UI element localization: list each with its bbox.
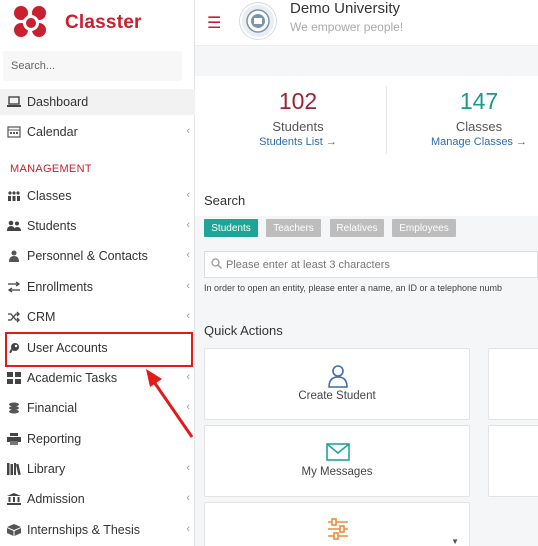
sidebar-item-label: Financial [27, 401, 78, 415]
sidebar-item-dashboard[interactable]: Dashboard [0, 89, 195, 115]
stat-classes: 147 Classes Manage Classes → [389, 88, 538, 148]
chevron-left-icon: ‹ [186, 492, 190, 504]
chevron-left-icon: ‹ [186, 462, 190, 474]
divider [386, 86, 387, 154]
sliders-icon [326, 517, 350, 546]
chevron-left-icon: ‹ [186, 219, 190, 231]
grid-icon [7, 372, 21, 384]
sidebar-item-label: Admission [27, 492, 85, 506]
qa-settings[interactable]: ▼ [204, 502, 470, 546]
chevron-left-icon: ‹ [186, 249, 190, 261]
sidebar-item-internships[interactable]: Internships & Thesis ‹ [0, 517, 195, 543]
stat-label: Students [272, 119, 324, 134]
sidebar: Classter Dashboard Calendar ‹ MANAGEMENT… [0, 0, 195, 546]
sidebar-search-input[interactable] [11, 60, 182, 72]
university-tagline: We empower people! [290, 20, 404, 34]
stat-students: 102 Students Students List → [208, 88, 388, 148]
sidebar-item-label: Personnel & Contacts [27, 249, 148, 263]
students-icon [7, 220, 21, 232]
caret-down-icon[interactable]: ▼ [451, 537, 459, 546]
chevron-left-icon: ‹ [186, 189, 190, 201]
qa-label: My Messages [301, 466, 373, 478]
stat-value: 102 [278, 88, 318, 114]
sidebar-item-label: Library [27, 462, 66, 476]
qa-label: Create Student [298, 390, 376, 402]
qa-my-messages[interactable]: My Messages [204, 425, 470, 497]
tab-students[interactable]: Students [204, 219, 258, 237]
brand[interactable]: Classter [0, 0, 194, 46]
qa-card[interactable] [488, 425, 538, 497]
sidebar-item-label: Academic Tasks [27, 371, 118, 385]
tab-relatives[interactable]: Relatives [330, 219, 384, 237]
sidebar-item-calendar[interactable]: Calendar ‹ [0, 119, 195, 145]
institution-icon [7, 493, 21, 505]
top-bar: ☰ Demo University We empower people! [195, 0, 538, 46]
chevron-left-icon: ‹ [186, 523, 190, 535]
shuffle-icon [7, 311, 21, 323]
stat-label: Classes [455, 119, 503, 134]
search-placeholder: Please enter at least 3 characters [226, 258, 390, 271]
hamburger-icon[interactable]: ☰ [207, 13, 221, 33]
sidebar-item-classes[interactable]: Classes ‹ [0, 183, 195, 209]
arrows-icon [7, 281, 21, 293]
manage-classes-link[interactable]: Manage Classes → [389, 136, 538, 148]
chevron-left-icon: ‹ [186, 280, 190, 292]
sidebar-search [3, 51, 182, 81]
classter-logo-icon [14, 6, 48, 40]
user-outline-icon [327, 364, 349, 393]
tab-teachers[interactable]: Teachers [266, 219, 321, 237]
annotation-arrow-icon [146, 369, 194, 438]
sidebar-item-label: Students [27, 219, 77, 233]
section-label-management: MANAGEMENT [10, 163, 92, 175]
sidebar-item-label: CRM [27, 310, 56, 324]
stats-panel: 102 Students Students List → 147 Classes… [195, 76, 538, 216]
sidebar-item-label: Dashboard [27, 95, 89, 109]
envelope-icon [326, 443, 350, 466]
search-icon [211, 257, 222, 272]
sidebar-item-label: Internships & Thesis [27, 523, 141, 537]
sidebar-item-personnel[interactable]: Personnel & Contacts ‹ [0, 243, 195, 269]
laptop-icon [7, 96, 21, 108]
tab-employees[interactable]: Employees [392, 219, 456, 237]
quick-actions-title: Quick Actions [204, 323, 283, 338]
search-title: Search [204, 193, 246, 208]
sidebar-item-label: Reporting [27, 432, 82, 446]
brand-name: Classter [65, 12, 142, 33]
classes-grid-icon [7, 190, 21, 202]
coins-icon [7, 402, 21, 414]
university-name: Demo University [290, 0, 401, 17]
qa-create-student[interactable]: Create Student [204, 348, 470, 420]
books-icon [7, 463, 21, 476]
printer-icon [7, 433, 21, 445]
sidebar-item-students[interactable]: Students ‹ [0, 213, 195, 239]
annotation-highlight [5, 332, 193, 367]
stat-value: 147 [459, 88, 499, 114]
sidebar-item-label: Classes [27, 189, 72, 203]
calendar-icon [7, 126, 21, 138]
entity-search-input[interactable]: Please enter at least 3 characters [204, 251, 538, 278]
qa-card[interactable] [488, 348, 538, 420]
sidebar-item-label: Calendar [27, 125, 78, 139]
university-seal-icon [246, 9, 270, 33]
chevron-left-icon: ‹ [186, 125, 190, 137]
chevron-left-icon: ‹ [186, 310, 190, 322]
sidebar-item-crm[interactable]: CRM ‹ [0, 304, 195, 330]
university-logo[interactable] [240, 3, 276, 39]
sidebar-item-label: Enrollments [27, 280, 93, 294]
box-icon [7, 524, 21, 536]
sidebar-item-enrollments[interactable]: Enrollments ‹ [0, 274, 195, 300]
search-hint: In order to open an entity, please enter… [204, 283, 503, 293]
person-icon [7, 250, 21, 262]
students-list-link[interactable]: Students List → [208, 136, 388, 148]
sidebar-item-library[interactable]: Library ‹ [0, 456, 195, 482]
sidebar-item-admission[interactable]: Admission ‹ [0, 486, 195, 512]
